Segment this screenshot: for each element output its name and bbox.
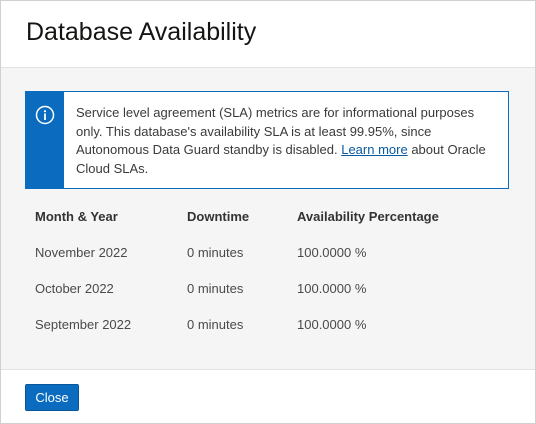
close-button[interactable]: Close: [25, 384, 79, 411]
column-header-downtime: Downtime: [187, 208, 250, 224]
info-alert-bar: [26, 92, 64, 188]
cell-availability: 100.0000 %: [297, 280, 367, 296]
info-circle-icon: [35, 105, 55, 125]
database-availability-dialog: Database Availability Service level agre…: [0, 0, 536, 424]
table-header-row: Month & Year Downtime Availability Perce…: [26, 198, 497, 234]
column-header-availability-percentage: Availability Percentage: [297, 208, 439, 224]
info-alert: Service level agreement (SLA) metrics ar…: [25, 91, 509, 189]
table-row: October 2022 0 minutes 100.0000 %: [26, 270, 497, 306]
table-row: November 2022 0 minutes 100.0000 %: [26, 234, 497, 270]
learn-more-link[interactable]: Learn more: [341, 142, 407, 157]
dialog-header: Database Availability: [1, 1, 535, 68]
cell-month-year: November 2022: [35, 244, 128, 260]
cell-downtime: 0 minutes: [187, 280, 244, 296]
info-alert-message: Service level agreement (SLA) metrics ar…: [76, 104, 500, 178]
dialog-title: Database Availability: [26, 18, 257, 46]
cell-availability: 100.0000 %: [297, 316, 367, 332]
cell-downtime: 0 minutes: [187, 244, 244, 260]
table-row: September 2022 0 minutes 100.0000 %: [26, 306, 497, 342]
column-header-month-year: Month & Year: [35, 208, 118, 224]
dialog-footer: Close: [1, 369, 535, 423]
cell-downtime: 0 minutes: [187, 316, 244, 332]
dialog-body: Service level agreement (SLA) metrics ar…: [1, 68, 535, 369]
cell-month-year: September 2022: [35, 316, 132, 332]
cell-month-year: October 2022: [35, 280, 114, 296]
cell-availability: 100.0000 %: [297, 244, 367, 260]
availability-table: Month & Year Downtime Availability Perce…: [26, 198, 497, 342]
